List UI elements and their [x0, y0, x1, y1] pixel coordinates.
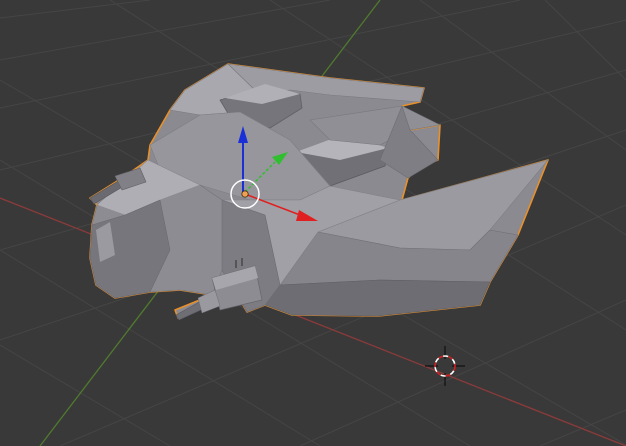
spaceship-mesh[interactable]	[89, 63, 549, 321]
3d-viewport[interactable]	[0, 0, 626, 446]
object-origin-icon	[241, 190, 249, 198]
